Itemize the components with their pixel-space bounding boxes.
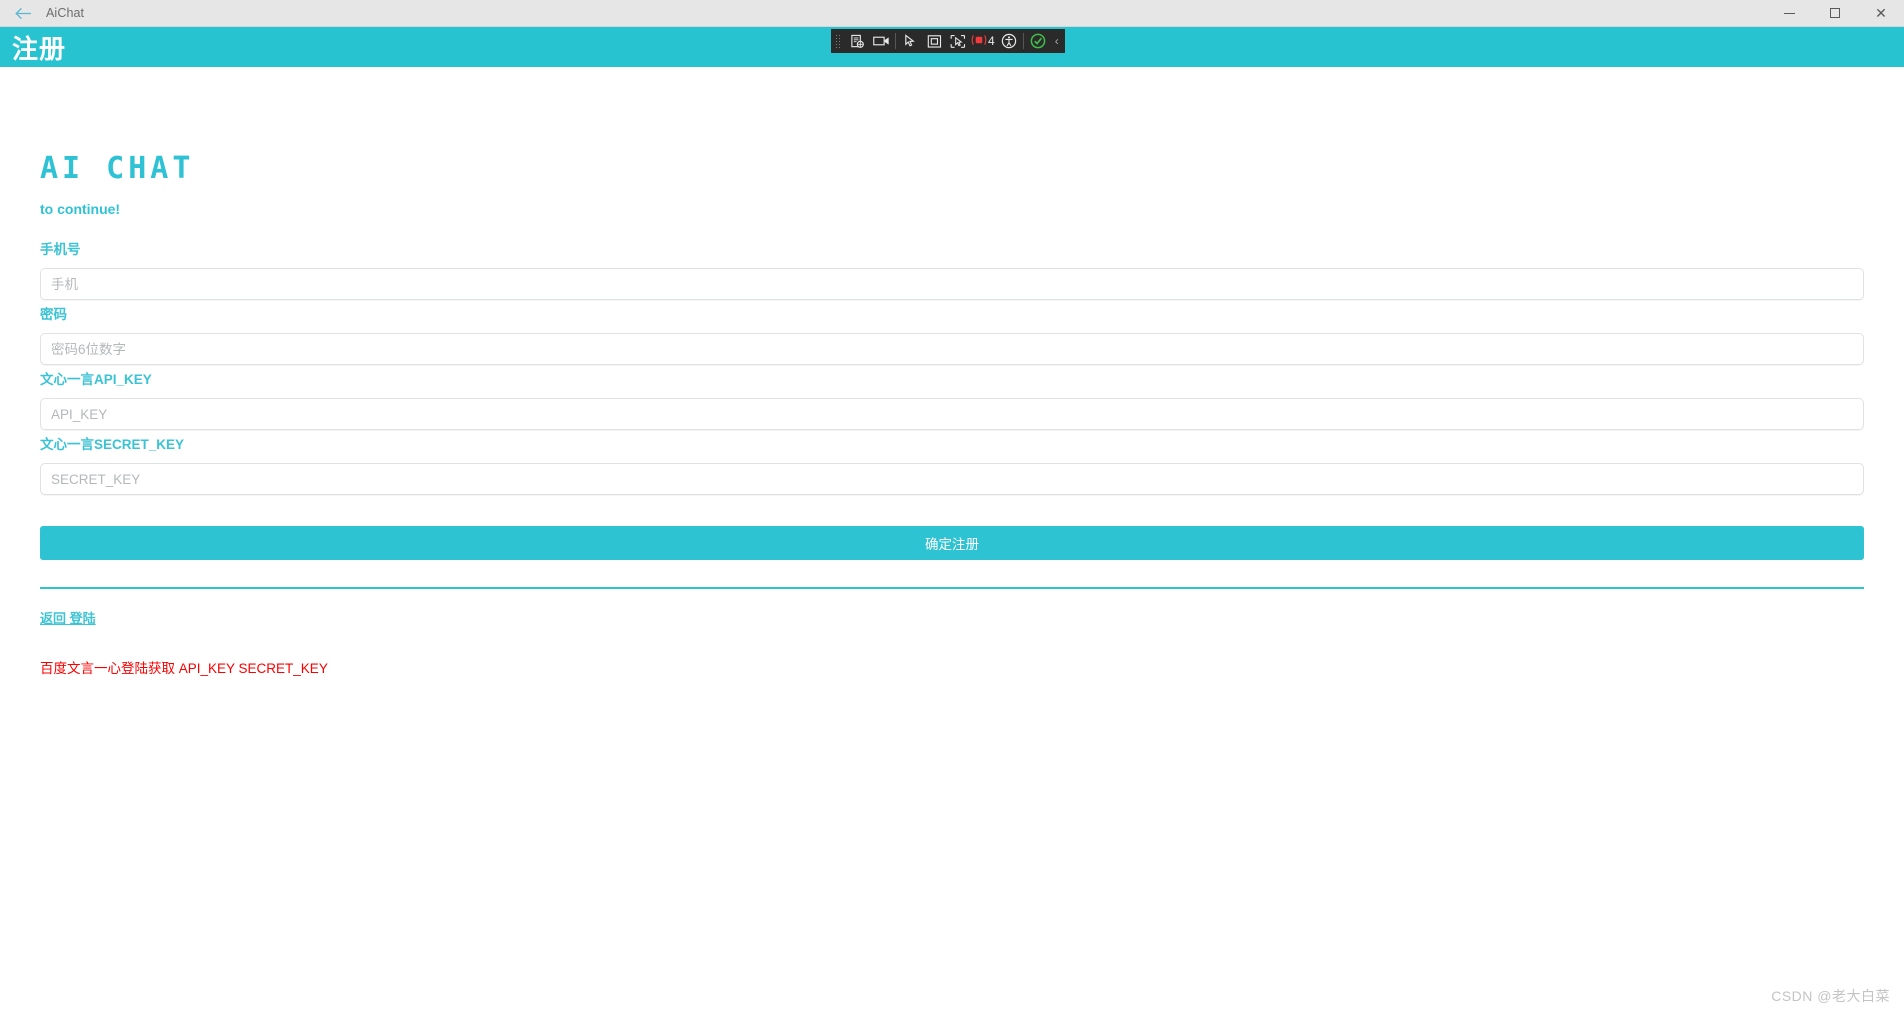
brand-logo-text: AI CHAT [40,151,195,186]
back-to-login-link[interactable]: 返回 登陆 [40,608,96,627]
window-controls: ✕ [1766,0,1904,27]
toolbar-separator-2 [1022,33,1024,49]
password-input[interactable] [40,333,1864,365]
form-subtitle: to continue! [40,201,121,217]
pointer-region-icon[interactable] [946,30,970,52]
window-titlebar: AiChat ✕ [0,0,1904,27]
record-counter-value: 4 [988,34,995,48]
watermark: CSDN @老大白菜 [1771,988,1890,1004]
chevron-left-icon[interactable]: ‹ [1050,30,1064,52]
minimize-button[interactable] [1766,0,1812,27]
close-button[interactable]: ✕ [1858,0,1904,27]
page-title: 注册 [12,35,67,65]
label-phone: 手机号 [40,242,81,257]
page-body: AI CHAT to continue! 手机号 密码 文心一言API_KEY … [0,67,1904,1015]
maximize-button[interactable] [1812,0,1858,27]
minimize-icon [1783,12,1795,14]
record-counter[interactable]: 4 [970,30,997,52]
section-divider [40,587,1864,589]
record-video-icon[interactable] [869,30,893,52]
phone-input[interactable] [40,268,1864,300]
pointer-icon[interactable] [898,30,922,52]
close-icon: ✕ [1875,5,1887,21]
register-form: AI CHAT to continue! 手机号 密码 文心一言API_KEY … [40,152,1864,677]
label-password: 密码 [40,307,67,322]
capture-toolbar[interactable]: 4 ‹ [831,29,1065,53]
screenshot-icon[interactable] [845,30,869,52]
toolbar-separator [895,33,896,49]
record-indicator-icon [971,33,987,50]
baidu-wenxin-link[interactable]: 百度文言一心登陆获取 API_KEY SECRET_KEY [40,657,1864,677]
accessibility-icon[interactable] [997,30,1021,52]
label-api-key: 文心一言API_KEY [40,372,152,387]
submit-register-button[interactable]: 确定注册 [40,526,1864,560]
back-arrow-icon[interactable] [0,0,46,27]
secret-key-input[interactable] [40,463,1864,495]
drag-grip-icon[interactable] [832,30,844,52]
label-secret-key: 文心一言SECRET_KEY [40,437,185,452]
maximize-icon [1830,8,1840,18]
window-title: AiChat [46,6,85,20]
check-circle-icon[interactable] [1026,30,1050,52]
api-key-input[interactable] [40,398,1864,430]
region-frame-icon[interactable] [922,30,946,52]
